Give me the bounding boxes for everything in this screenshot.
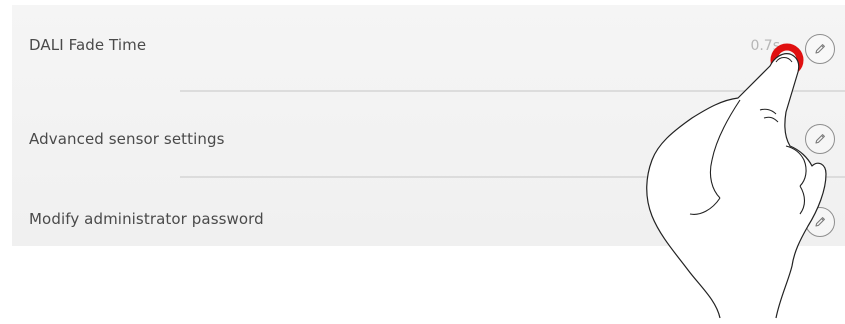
setting-row-advanced-sensor[interactable]: Advanced sensor settings xyxy=(12,91,845,179)
edit-admin-password-button[interactable] xyxy=(805,207,835,237)
edit-advanced-sensor-button[interactable] xyxy=(805,124,835,154)
edit-dali-fade-time-button[interactable] xyxy=(805,34,835,64)
pencil-icon xyxy=(815,217,825,227)
settings-list: DALI Fade Time 0.7s Advanced sensor sett… xyxy=(12,5,845,246)
setting-label: Advanced sensor settings xyxy=(29,130,225,148)
setting-label: Modify administrator password xyxy=(29,210,264,228)
pencil-icon xyxy=(815,44,825,54)
setting-label: DALI Fade Time xyxy=(29,36,147,54)
pencil-icon xyxy=(815,134,825,144)
setting-row-dali-fade-time[interactable]: DALI Fade Time 0.7s xyxy=(12,5,845,93)
setting-row-admin-password[interactable]: Modify administrator password xyxy=(12,177,845,246)
setting-value: 0.7s xyxy=(750,38,780,54)
